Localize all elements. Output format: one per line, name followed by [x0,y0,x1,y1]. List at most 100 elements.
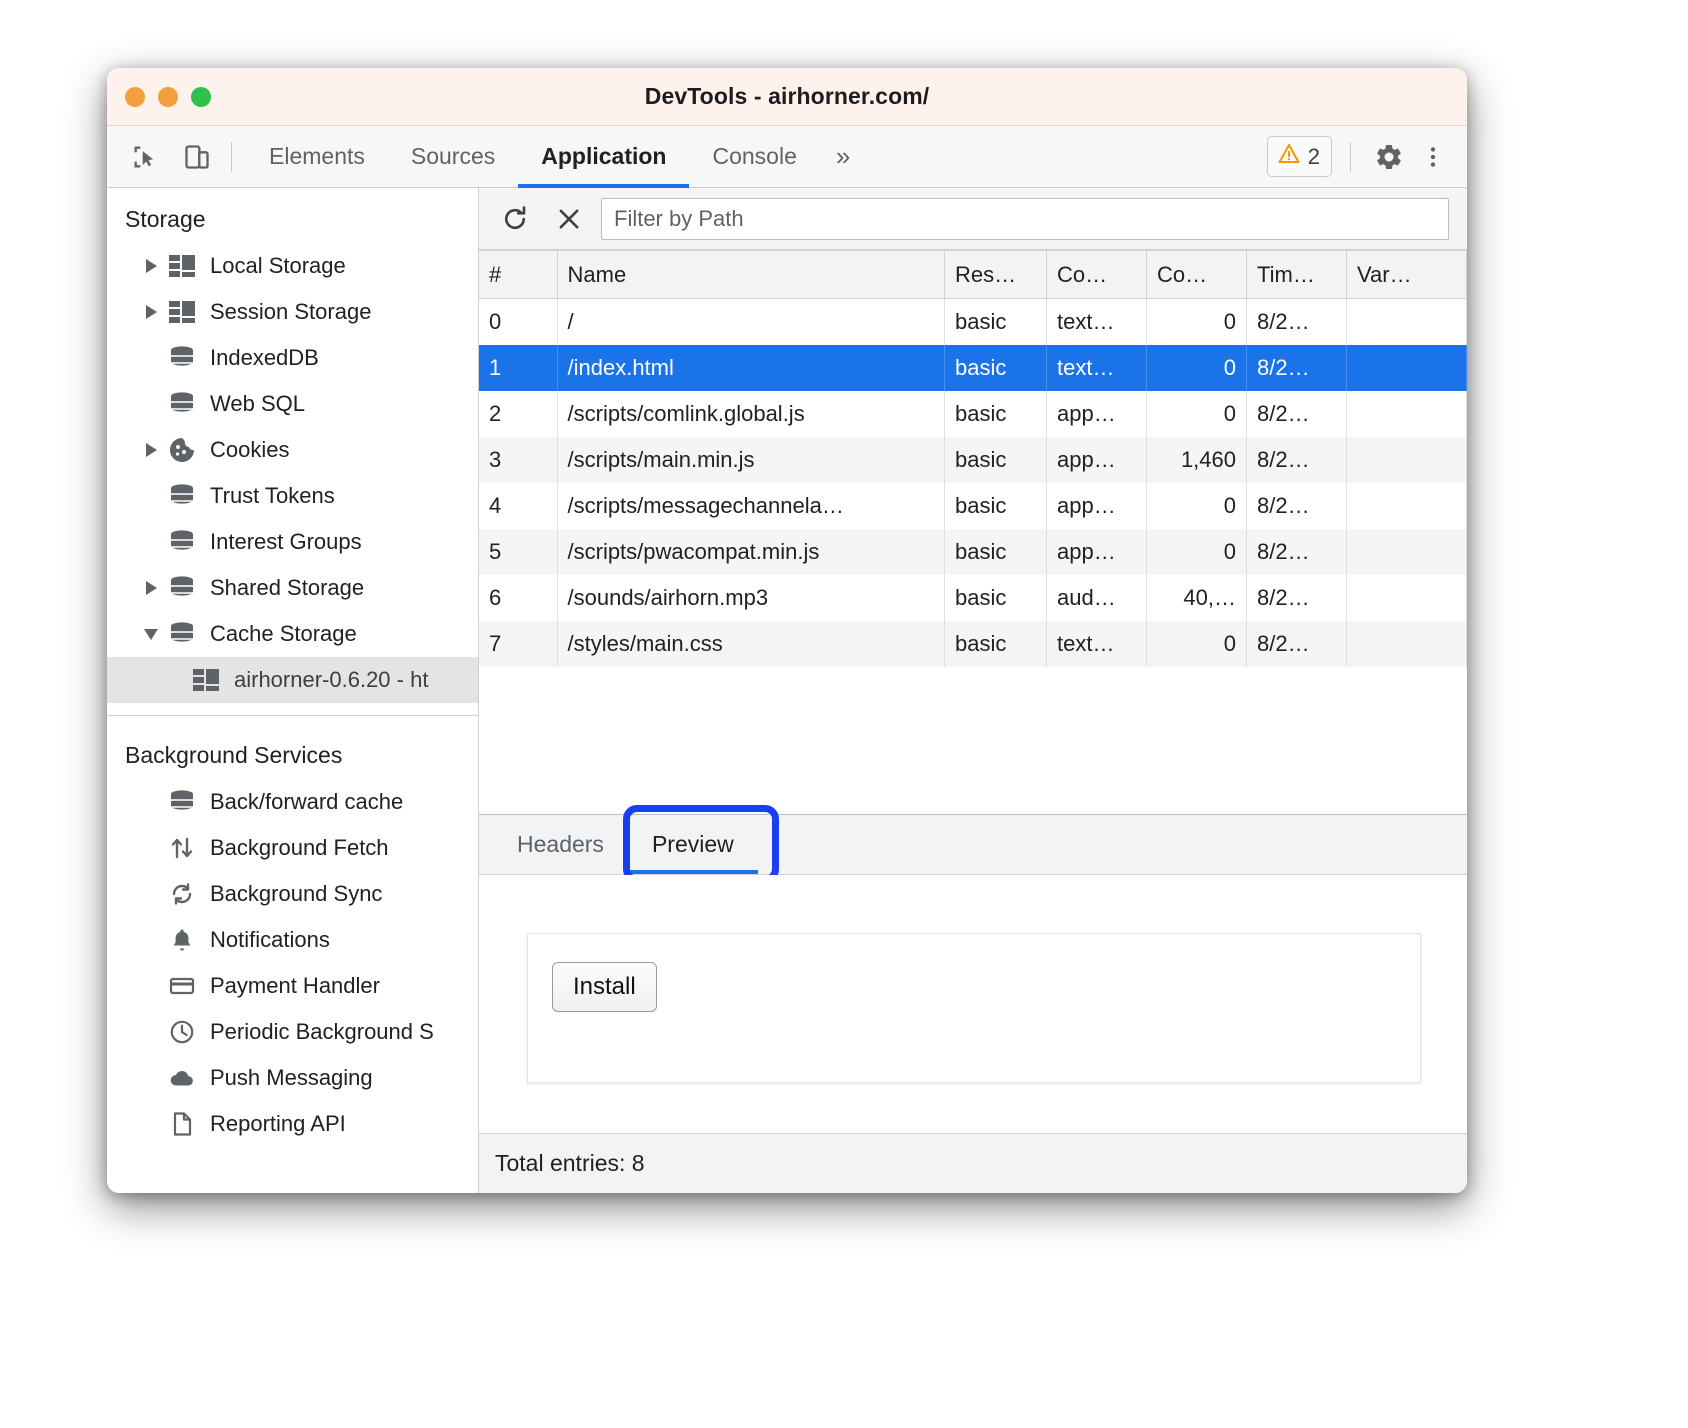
application-sidebar: Storage Local Storage Session Sto [107,188,479,1193]
cell-index: 6 [479,575,557,621]
storage-section-title: Storage [107,198,478,243]
table-row[interactable]: 1 /index.html basic text… 0 8/2… [479,345,1467,391]
cookie-icon [167,435,197,465]
three-dot-menu-icon[interactable] [1413,137,1453,177]
sidebar-item-shared-storage[interactable]: Shared Storage [107,565,478,611]
table-row[interactable]: 0 / basic text… 0 8/2… [479,299,1467,345]
table-row[interactable]: 7 /styles/main.css basic text… 0 8/2… [479,621,1467,667]
sidebar-item-cache-storage[interactable]: Cache Storage [107,611,478,657]
device-toolbar-icon[interactable] [177,137,217,177]
cell-time: 8/2… [1247,483,1347,529]
maximize-window-button[interactable] [191,87,211,107]
toolbar-left-icons [125,137,217,177]
database-icon [167,527,197,557]
cell-name: /sounds/airhorn.mp3 [557,575,945,621]
table-empty-area [479,667,1467,815]
cell-time: 8/2… [1247,437,1347,483]
table-row[interactable]: 4 /scripts/messagechannela… basic app… 0… [479,483,1467,529]
refresh-icon[interactable] [493,197,537,241]
cell-index: 0 [479,299,557,345]
traffic-lights [125,68,211,126]
cell-index: 1 [479,345,557,391]
sidebar-item-session-storage[interactable]: Session Storage [107,289,478,335]
cell-content-length: 0 [1147,345,1247,391]
cell-content-length: 1,460 [1147,437,1247,483]
cell-time: 8/2… [1247,299,1347,345]
column-header-name[interactable]: Name [557,251,945,299]
sidebar-item-trust-tokens[interactable]: Trust Tokens [107,473,478,519]
inspect-element-icon[interactable] [125,137,165,177]
sidebar-item-payment-handler[interactable]: Payment Handler [107,963,478,1009]
column-header-index[interactable]: # [479,251,557,299]
column-header-content-length[interactable]: Co… [1147,251,1247,299]
database-icon [167,343,197,373]
sidebar-item-interest-groups[interactable]: Interest Groups [107,519,478,565]
tab-elements[interactable]: Elements [246,126,388,188]
install-button[interactable]: Install [552,962,657,1012]
table-row[interactable]: 6 /sounds/airhorn.mp3 basic aud… 40,… 8/… [479,575,1467,621]
column-header-time[interactable]: Tim… [1247,251,1347,299]
sidebar-item-label: IndexedDB [210,345,319,371]
sidebar-item-indexeddb[interactable]: IndexedDB [107,335,478,381]
column-header-response-type[interactable]: Res… [945,251,1047,299]
cell-name: /scripts/comlink.global.js [557,391,945,437]
sidebar-item-local-storage[interactable]: Local Storage [107,243,478,289]
chevron-right-icon[interactable] [139,581,163,595]
tab-console[interactable]: Console [689,126,819,188]
chevron-right-icon[interactable] [139,259,163,273]
table-row[interactable]: 2 /scripts/comlink.global.js basic app… … [479,391,1467,437]
sidebar-item-label: Session Storage [210,299,371,325]
sidebar-item-web-sql[interactable]: Web SQL [107,381,478,427]
cell-response-type: basic [945,483,1047,529]
gear-icon[interactable] [1369,137,1409,177]
sidebar-item-back-forward-cache[interactable]: Back/forward cache [107,779,478,825]
cell-name: /scripts/main.min.js [557,437,945,483]
sync-refresh-icon [167,879,197,909]
close-window-button[interactable] [125,87,145,107]
sidebar-item-reporting-api[interactable]: Reporting API [107,1101,478,1147]
cell-vary [1347,391,1467,437]
sidebar-item-cookies[interactable]: Cookies [107,427,478,473]
sidebar-item-push-messaging[interactable]: Push Messaging [107,1055,478,1101]
cell-time: 8/2… [1247,529,1347,575]
bell-icon [167,925,197,955]
chevron-right-icon[interactable] [139,443,163,457]
tab-sources[interactable]: Sources [388,126,518,188]
status-bar: Total entries: 8 [479,1133,1467,1193]
table-grid-icon [167,251,197,281]
table-header-row: # Name Res… Co… Co… Tim… Var… [479,251,1467,299]
sidebar-item-airhorner-cache[interactable]: airhorner-0.6.20 - ht [107,657,478,703]
cell-response-type: basic [945,621,1047,667]
clear-x-icon[interactable] [547,197,591,241]
sidebar-item-background-sync[interactable]: Background Sync [107,871,478,917]
cell-vary [1347,575,1467,621]
tab-headers[interactable]: Headers [493,815,628,874]
table-grid-icon [191,665,221,695]
cache-storage-panel: # Name Res… Co… Co… Tim… Var… 0 [479,188,1467,1193]
screenshot-root: DevTools - airhorner.com/ [0,0,1688,1428]
cell-index: 4 [479,483,557,529]
sidebar-item-notifications[interactable]: Notifications [107,917,478,963]
sidebar-item-label: airhorner-0.6.20 - ht [234,667,428,693]
document-icon [167,1109,197,1139]
chevron-down-icon[interactable] [139,629,163,640]
table-row[interactable]: 5 /scripts/pwacompat.min.js basic app… 0… [479,529,1467,575]
cell-time: 8/2… [1247,621,1347,667]
table-row[interactable]: 3 /scripts/main.min.js basic app… 1,460 … [479,437,1467,483]
column-header-vary[interactable]: Var… [1347,251,1467,299]
column-header-content-type[interactable]: Co… [1047,251,1147,299]
tab-preview[interactable]: Preview [628,815,758,874]
cell-index: 5 [479,529,557,575]
sidebar-item-background-fetch[interactable]: Background Fetch [107,825,478,871]
warning-badge[interactable]: 2 [1267,136,1332,177]
filter-by-path-input[interactable] [601,198,1449,240]
more-tabs-button[interactable]: » [820,126,866,188]
tab-application[interactable]: Application [518,126,689,188]
sidebar-item-periodic-background-sync[interactable]: Periodic Background S [107,1009,478,1055]
chevron-right-icon[interactable] [139,305,163,319]
cell-name: /scripts/pwacompat.min.js [557,529,945,575]
minimize-window-button[interactable] [158,87,178,107]
database-icon [167,619,197,649]
sidebar-item-label: Periodic Background S [210,1019,434,1045]
devtools-toolbar: Elements Sources Application Console » 2 [107,126,1467,188]
